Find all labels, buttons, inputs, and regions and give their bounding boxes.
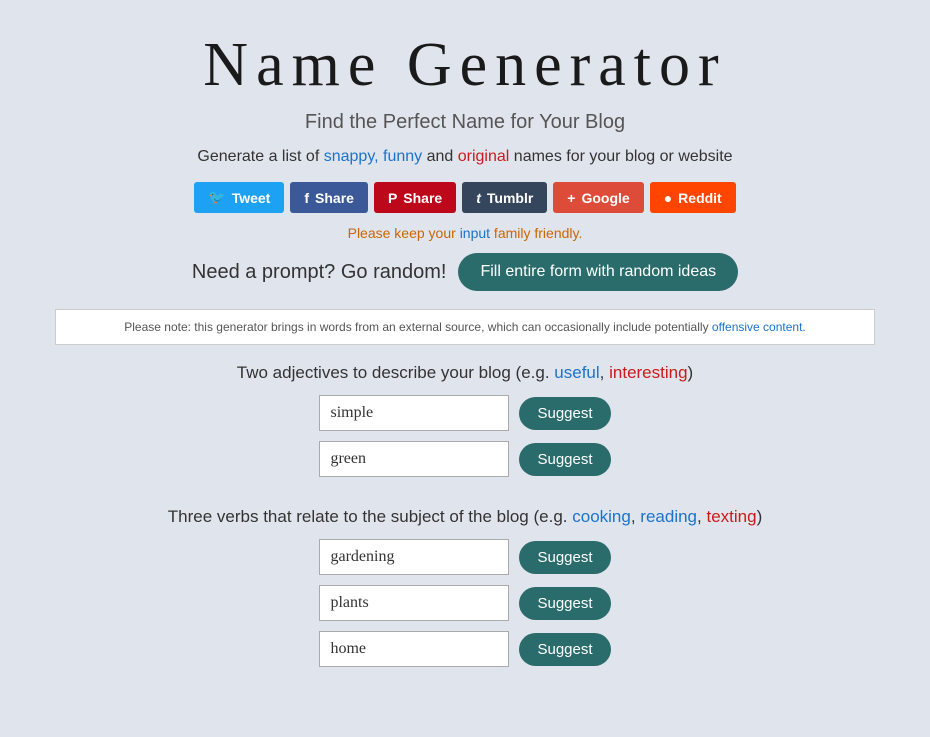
adjective-suggest-2[interactable]: Suggest bbox=[519, 443, 610, 476]
tweet-button[interactable]: 🐦 Tweet bbox=[194, 182, 284, 213]
reddit-icon: ● bbox=[664, 190, 672, 206]
random-fill-button[interactable]: Fill entire form with random ideas bbox=[458, 253, 738, 291]
adjective-suggest-1[interactable]: Suggest bbox=[519, 397, 610, 430]
verb-row-2: Suggest bbox=[319, 585, 610, 621]
verb-row-3: Suggest bbox=[319, 631, 610, 667]
twitter-icon: 🐦 bbox=[208, 189, 225, 206]
page-title: Name Generator bbox=[203, 30, 726, 101]
verb-input-3[interactable] bbox=[319, 631, 509, 667]
random-prompt-text: Need a prompt? Go random! bbox=[192, 261, 447, 284]
google-share-button[interactable]: + Google bbox=[553, 182, 643, 213]
page-subtitle: Find the Perfect Name for Your Blog bbox=[305, 111, 625, 134]
adjective-row-2: Suggest bbox=[319, 441, 610, 477]
adjective-input-2[interactable] bbox=[319, 441, 509, 477]
adjectives-label: Two adjectives to describe your blog (e.… bbox=[237, 363, 693, 383]
verbs-label: Three verbs that relate to the subject o… bbox=[168, 507, 762, 527]
verb-suggest-2[interactable]: Suggest bbox=[519, 587, 610, 620]
tumblr-share-button[interactable]: t Tumblr bbox=[462, 182, 547, 213]
verb-suggest-1[interactable]: Suggest bbox=[519, 541, 610, 574]
google-icon: + bbox=[567, 190, 575, 206]
family-friendly-notice: Please keep your input family friendly. bbox=[348, 225, 583, 241]
verb-input-1[interactable] bbox=[319, 539, 509, 575]
verb-input-2[interactable] bbox=[319, 585, 509, 621]
pinterest-share-button[interactable]: P Share bbox=[374, 182, 456, 213]
pinterest-icon: P bbox=[388, 190, 397, 206]
tumblr-icon: t bbox=[476, 190, 481, 206]
adjective-row-1: Suggest bbox=[319, 395, 610, 431]
adjectives-inputs: Suggest Suggest bbox=[319, 395, 610, 487]
facebook-icon: f bbox=[304, 190, 309, 206]
page-description: Generate a list of snappy, funny and ori… bbox=[197, 148, 732, 166]
facebook-share-button[interactable]: f Share bbox=[290, 182, 368, 213]
random-row: Need a prompt? Go random! Fill entire fo… bbox=[192, 253, 738, 291]
adjective-input-1[interactable] bbox=[319, 395, 509, 431]
notice-text: Please note: this generator brings in wo… bbox=[76, 320, 854, 334]
verbs-section: Three verbs that relate to the subject o… bbox=[55, 507, 875, 697]
share-buttons-row: 🐦 Tweet f Share P Share t Tumblr + Googl… bbox=[194, 182, 735, 213]
reddit-share-button[interactable]: ● Reddit bbox=[650, 182, 736, 213]
verb-row-1: Suggest bbox=[319, 539, 610, 575]
notice-box: Please note: this generator brings in wo… bbox=[55, 309, 875, 345]
verb-suggest-3[interactable]: Suggest bbox=[519, 633, 610, 666]
verbs-inputs: Suggest Suggest Suggest bbox=[319, 539, 610, 677]
adjectives-section: Two adjectives to describe your blog (e.… bbox=[55, 363, 875, 507]
